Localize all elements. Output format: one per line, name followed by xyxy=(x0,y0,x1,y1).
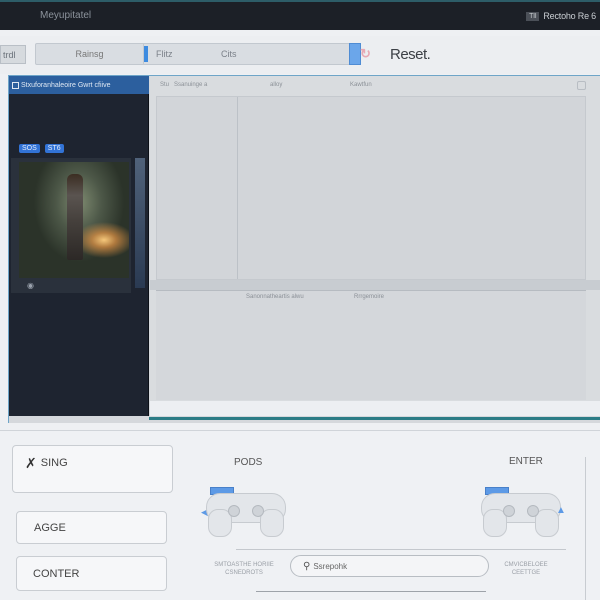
column-divider[interactable] xyxy=(237,97,238,279)
filter-segment-rainsg[interactable]: Rainsg xyxy=(36,44,144,64)
app-title: Meyupitatel xyxy=(40,10,92,21)
card-info-icon[interactable]: ◉ xyxy=(27,281,34,290)
enter-label: ENTER xyxy=(509,456,543,467)
header-label-ssanuinge: Ssanuinge a xyxy=(174,82,208,88)
underline-divider xyxy=(256,591,486,592)
reset-icon[interactable]: ↻ xyxy=(360,46,371,62)
panel-header: Stxuforanhaleoire Gwrt cfiive xyxy=(9,76,149,94)
window-title-right: Rectoho Re 6 xyxy=(543,11,596,21)
gamepad-right-icon[interactable] xyxy=(481,487,561,537)
image-card[interactable] xyxy=(11,158,131,293)
title-bar: Meyupitatel TII Rectoho Re 6 xyxy=(0,0,600,30)
main-pane: Stu Ssanuinge a alloy Kawtfun Sanonnathe… xyxy=(150,76,600,416)
filter-segment-cits[interactable]: Cits xyxy=(221,44,237,64)
filter-segment-flitz[interactable]: Flitz xyxy=(156,44,173,64)
toolbar: trdl Rainsg Flitz Cits ↻ Reset. xyxy=(0,36,600,74)
header-label-kawtfun: Kawtfun xyxy=(350,82,372,88)
option-sing-label: SING xyxy=(40,457,68,469)
gamepad-left-icon[interactable] xyxy=(206,487,286,537)
chip-row: SOS ST6 xyxy=(19,144,64,153)
option-conter-label: CONTER xyxy=(33,567,80,580)
right-arrow-icon[interactable]: ▲ xyxy=(556,505,566,516)
gamepad-stick xyxy=(252,505,264,517)
title-right-group: TII Rectoho Re 6 xyxy=(526,11,596,21)
search-input[interactable]: ⚲ Ssrepohk xyxy=(290,555,489,577)
gamepad-grip xyxy=(260,509,284,537)
pane-menu-icon[interactable] xyxy=(577,81,586,90)
search-input-value: Ssrepohk xyxy=(313,561,348,571)
pods-label: PODS xyxy=(234,457,263,468)
title-badge: TII xyxy=(526,11,540,21)
selection-marker-icon xyxy=(144,46,148,62)
artwork-side-strip xyxy=(135,158,145,288)
filter-bar[interactable]: Rainsg Flitz Cits xyxy=(35,43,361,65)
status-strip xyxy=(150,401,600,416)
option-agge-label: AGGE xyxy=(34,521,66,534)
controller-area: PODS ENTER ◀ ▲ SMTOASTHE HORIIE CSNEDROT… xyxy=(196,431,600,600)
tab-left[interactable]: trdl xyxy=(0,45,26,64)
caption-right: CMVICBELOEE CEETTGE xyxy=(504,562,548,576)
side-panel: Stxuforanhaleoire Gwrt cfiive SOS ST6 ◉ xyxy=(9,76,149,416)
option-agge[interactable]: AGGE xyxy=(16,511,167,544)
header-label-stu: Stu xyxy=(160,82,170,88)
gamepad-stick xyxy=(527,505,539,517)
header-label-alloy: alloy xyxy=(270,82,283,88)
search-icon: ⚲ xyxy=(303,560,311,572)
main-window: Stxuforanhaleoire Gwrt cfiive SOS ST6 ◉ … xyxy=(8,75,600,423)
gamepad-stick xyxy=(228,505,240,517)
option-sing[interactable]: ✗ SING xyxy=(12,445,173,493)
chip-sos[interactable]: SOS xyxy=(19,144,40,153)
option-conter[interactable]: CONTER xyxy=(16,556,167,591)
section-divider xyxy=(150,280,600,290)
chip-st6[interactable]: ST6 xyxy=(44,144,64,153)
character-figure xyxy=(67,174,83,260)
connector-line xyxy=(236,549,566,550)
right-divider xyxy=(585,457,586,600)
reset-button[interactable]: Reset. xyxy=(390,46,431,63)
gamepad-stick xyxy=(503,505,515,517)
pane-header: Stu Ssanuinge a alloy Kawtfun xyxy=(150,79,590,93)
character-artwork xyxy=(19,162,129,278)
cross-icon: ✗ xyxy=(25,455,37,471)
content-grid-top[interactable] xyxy=(156,96,586,280)
panel-window-icon xyxy=(12,81,19,89)
content-grid-bottom[interactable]: Sanonnatheartis alwu Rrrgemoire xyxy=(156,290,586,400)
panel-header-title: Stxuforanhaleoire Gwrt cfiive xyxy=(21,81,111,89)
bottom-header-label-1: Sanonnatheartis alwu xyxy=(246,294,304,300)
bottom-header-label-2: Rrrgemoire xyxy=(354,294,385,300)
caption-left: SMTOASTHE HORIIE CSNEDROTS xyxy=(214,562,274,576)
bottom-section: ✗ SING AGGE CONTER PODS ENTER ◀ ▲ SMTOAS… xyxy=(0,430,600,600)
accent-line xyxy=(149,417,600,420)
